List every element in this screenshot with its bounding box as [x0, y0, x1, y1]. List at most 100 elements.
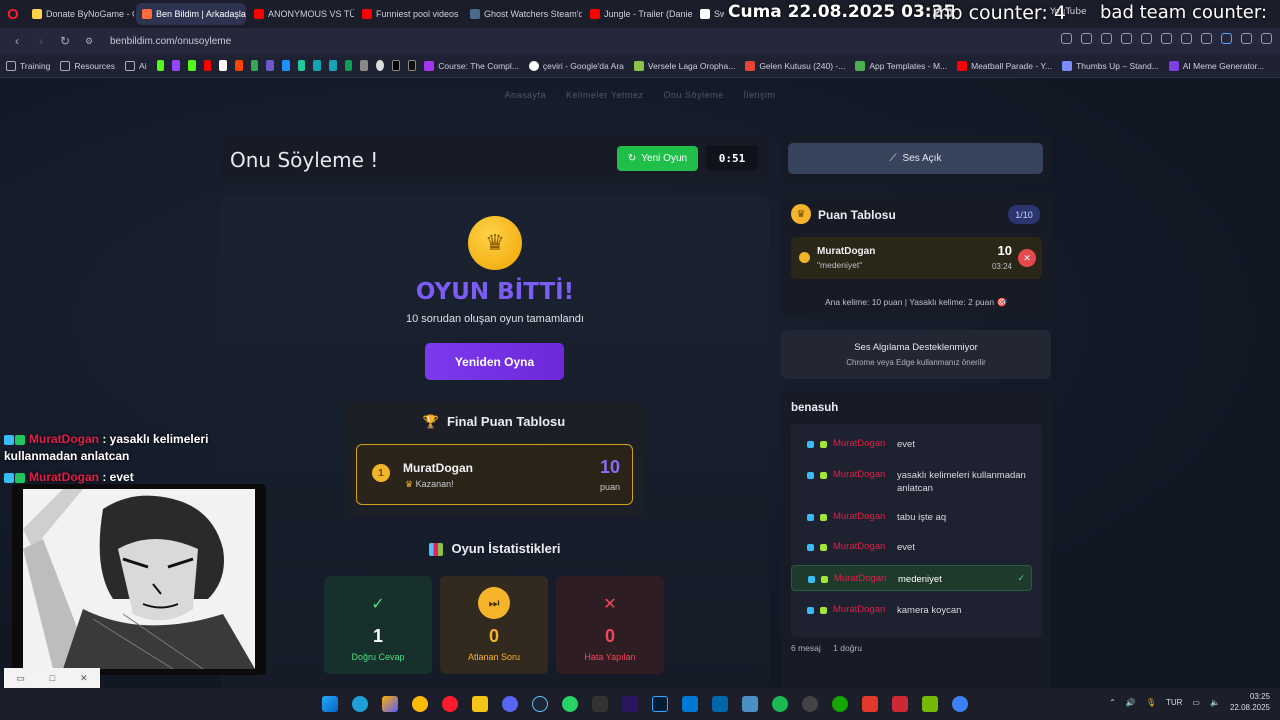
- close-icon[interactable]: ✕: [80, 673, 88, 684]
- upwork-icon[interactable]: [832, 696, 848, 712]
- volume-icon[interactable]: 🔈: [1210, 698, 1220, 707]
- edit-icon[interactable]: [1061, 33, 1072, 44]
- bookmark-icon[interactable]: [266, 60, 274, 71]
- settings-icon[interactable]: [1261, 33, 1272, 44]
- menu-icon[interactable]: [1181, 33, 1192, 44]
- browser-tab[interactable]: Funniest pool videos: [356, 3, 462, 25]
- bookmark-icon[interactable]: [329, 60, 337, 71]
- youtube-icon[interactable]: [203, 60, 212, 71]
- bookmark-link[interactable]: AI Meme Generator...: [1168, 60, 1264, 71]
- bookmark-icon[interactable]: [281, 60, 290, 71]
- bookmark-folder[interactable]: Resources: [60, 60, 115, 71]
- bookmark-link[interactable]: Course: The Compl...: [424, 60, 519, 71]
- play-icon[interactable]: [1121, 33, 1132, 44]
- bookmark-folder[interactable]: Training: [6, 60, 50, 71]
- task-view-icon[interactable]: [742, 696, 758, 712]
- bookmark-folder[interactable]: Ai: [125, 60, 147, 71]
- heart-icon[interactable]: [1141, 33, 1152, 44]
- chevron-up-icon[interactable]: ⌃: [1109, 698, 1116, 707]
- download-icon[interactable]: [1161, 33, 1172, 44]
- bookmark-icon[interactable]: [407, 60, 417, 71]
- camera-icon[interactable]: [1081, 33, 1092, 44]
- browser-tab[interactable]: Ghost Watchers Steam'de: [464, 3, 582, 25]
- forward-icon[interactable]: ›: [32, 32, 50, 50]
- acrobat-icon[interactable]: [862, 696, 878, 712]
- nav-contact[interactable]: İletişim: [744, 90, 776, 100]
- discord-icon[interactable]: [502, 696, 518, 712]
- app-icon[interactable]: [952, 696, 968, 712]
- obs-icon[interactable]: [802, 696, 818, 712]
- extensions-icon[interactable]: [1221, 33, 1232, 44]
- github-icon[interactable]: [376, 60, 384, 71]
- kick-icon[interactable]: [156, 60, 165, 71]
- browser-tab-active[interactable]: Ben Bildim | Arkadaşlarını: [136, 3, 246, 25]
- bookmark-link[interactable]: Meatball Parade - Y...: [957, 60, 1052, 71]
- check-icon: ✓: [1017, 573, 1025, 583]
- zotero-icon[interactable]: [892, 696, 908, 712]
- bookmark-icon[interactable]: [219, 60, 227, 71]
- remove-entry-button[interactable]: ✕: [1018, 249, 1036, 267]
- windows-start-icon[interactable]: [322, 696, 338, 712]
- browser-tab[interactable]: ANONYMOUS VS TÜRKİY: [248, 3, 354, 25]
- nvidia-icon[interactable]: [922, 696, 938, 712]
- copilot-icon[interactable]: [382, 696, 398, 712]
- round-badge: 1/10: [1008, 205, 1040, 224]
- steam-icon[interactable]: [532, 696, 548, 712]
- chat-list[interactable]: MuratDogan evet MuratDogan yasaklı kelim…: [791, 424, 1042, 637]
- chat-message: MuratDogan yasaklı kelimeleri kullanmada…: [799, 469, 1034, 497]
- replay-button[interactable]: Yeniden Oyna: [425, 343, 564, 380]
- new-game-button[interactable]: ↻ Yeni Oyun: [617, 146, 698, 171]
- stat-value: 1: [372, 626, 383, 646]
- sheets-icon[interactable]: [344, 60, 353, 71]
- browser-tab[interactable]: Jungle - Trailer (Daniel R: [584, 3, 692, 25]
- nav-kelimeler-yetmez[interactable]: Kelimeler Yetmez: [566, 90, 644, 100]
- kick-icon[interactable]: [187, 60, 196, 71]
- opera-icon[interactable]: [442, 696, 458, 712]
- bookmark-icon[interactable]: [297, 60, 306, 71]
- site-info-icon[interactable]: ⚙: [80, 32, 98, 50]
- spotify-icon[interactable]: [772, 696, 788, 712]
- file-explorer-icon[interactable]: [472, 696, 488, 712]
- whatsapp-icon[interactable]: [562, 696, 578, 712]
- back-icon[interactable]: ‹: [8, 32, 26, 50]
- bookmark-link[interactable]: App Templates - M...: [855, 60, 947, 71]
- bookmark-icon[interactable]: [313, 60, 321, 71]
- browser-tab[interactable]: Sw: [694, 3, 724, 25]
- nav-onu-soyleme[interactable]: Onu Söyleme: [664, 90, 724, 100]
- display-icon[interactable]: ▭: [1192, 698, 1200, 707]
- mic-icon[interactable]: 🎙: [1146, 698, 1156, 707]
- photoshop-icon[interactable]: [652, 696, 668, 712]
- nav-home[interactable]: Anasayfa: [504, 90, 546, 100]
- clock[interactable]: 03:25 22.08.2025: [1230, 691, 1270, 713]
- shield-icon[interactable]: [1101, 33, 1112, 44]
- bookmark-link[interactable]: Thumbs Up – Stand...: [1062, 60, 1159, 71]
- outlook-icon[interactable]: [682, 696, 698, 712]
- stat-skipped: ⏭ 0 Atlanan Soru: [440, 576, 548, 674]
- bookmark-icon[interactable]: [360, 60, 369, 71]
- tab-label: Ben Bildim | Arkadaşlarını: [156, 9, 246, 19]
- reload-icon[interactable]: ↻: [56, 32, 74, 50]
- edge-icon[interactable]: [352, 696, 368, 712]
- twitch-icon[interactable]: [172, 60, 180, 71]
- chrome-icon[interactable]: [412, 696, 428, 712]
- vpn-icon[interactable]: [1201, 33, 1212, 44]
- opera-logo-icon[interactable]: O: [0, 0, 26, 28]
- premiere-icon[interactable]: [622, 696, 638, 712]
- sound-toggle-button[interactable]: ⟋ Ses Açık: [788, 143, 1043, 174]
- drive-icon[interactable]: [250, 60, 259, 71]
- sidebar-icon[interactable]: [1241, 33, 1252, 44]
- browser-tab[interactable]: Donate ByNoGame - Gel: [26, 3, 134, 25]
- maximize-icon[interactable]: □: [50, 673, 55, 683]
- url-field[interactable]: benbildim.com/onusoyleme: [110, 36, 231, 47]
- bookmark-link[interactable]: çeviri - Google'da Ara: [528, 60, 624, 71]
- language-indicator[interactable]: TUR: [1166, 698, 1182, 707]
- x-icon[interactable]: [391, 60, 400, 71]
- chat-message: MuratDogan kamera koycan: [799, 604, 1034, 618]
- speaker-icon[interactable]: 🔊: [1126, 698, 1136, 707]
- restore-icon[interactable]: ▭: [16, 673, 25, 684]
- bookmark-link[interactable]: Gelen Kutusu (240) -...: [745, 60, 845, 71]
- vscode-icon[interactable]: [712, 696, 728, 712]
- epic-games-icon[interactable]: [592, 696, 608, 712]
- bookmark-link[interactable]: Versele Laga Oropha...: [633, 60, 735, 71]
- reddit-icon[interactable]: [234, 60, 243, 71]
